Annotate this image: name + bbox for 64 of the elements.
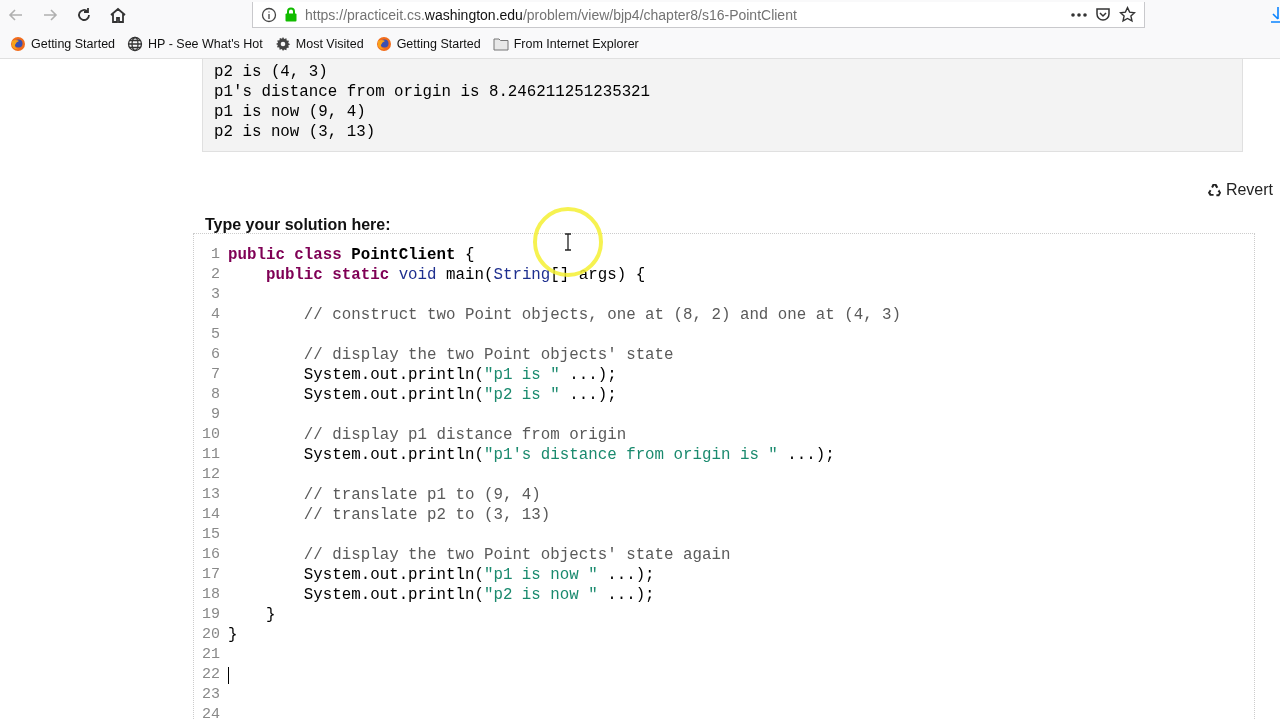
code-line: }: [264, 605, 276, 625]
line-number: 6: [210, 345, 221, 365]
pocket-icon[interactable]: [1095, 6, 1111, 23]
firefox-icon: [375, 36, 392, 52]
solution-label: Type your solution here:: [205, 215, 392, 235]
output-line: p1 is now (9, 4): [214, 102, 367, 122]
line-number: 14: [201, 505, 221, 525]
output-line: p1's distance from origin is 8.246211251235321: [214, 82, 652, 102]
code-line: public class PointClient {: [228, 245, 475, 265]
line-number: 17: [201, 565, 221, 585]
line-number: 7: [210, 365, 221, 385]
firefox-icon: [10, 36, 26, 52]
star-icon[interactable]: [1119, 6, 1136, 23]
line-number: 4: [210, 305, 221, 325]
bookmark-item[interactable]: Getting Started: [375, 36, 481, 52]
output-line: p2 is now (3, 13): [214, 122, 377, 142]
line-number: 19: [201, 605, 221, 625]
code-line: // construct two Point objects, one at (8, 2) and one at (4, 3): [302, 305, 902, 325]
lock-icon: [285, 7, 297, 22]
code-line: System.out.println("p1 is " ...);: [302, 365, 617, 385]
info-icon[interactable]: [261, 6, 277, 23]
output-line: p2 is (4, 3): [214, 62, 329, 82]
code-line: // display the two Point objects' state: [302, 345, 674, 365]
code-line: System.out.println("p1 is now " ...);: [302, 565, 655, 585]
line-number: 5: [210, 325, 221, 345]
home-icon[interactable]: [108, 5, 128, 25]
line-number: 8: [210, 385, 221, 405]
code-line: // display p1 distance from origin: [302, 425, 627, 445]
line-number: 13: [201, 485, 221, 505]
line-number: 23: [201, 685, 221, 705]
bookmark-item[interactable]: Most Visited: [274, 36, 364, 52]
bookmark-item[interactable]: HP - See What's Hot: [127, 36, 263, 52]
line-number: 9: [210, 405, 221, 425]
line-number: 2: [210, 265, 221, 285]
line-number: 21: [201, 645, 221, 665]
line-number: 20: [201, 625, 221, 645]
line-number: 18: [201, 585, 221, 605]
folder-icon: [492, 37, 509, 51]
bookmark-item[interactable]: From Internet Explorer: [492, 37, 639, 51]
line-number: 11: [201, 445, 221, 465]
line-number: 3: [210, 285, 221, 305]
line-number: 22: [201, 665, 221, 685]
line-number: 10: [201, 425, 221, 445]
code-line: System.out.println("p1's distance from origin is " ...);: [302, 445, 835, 465]
code-line: System.out.println("p2 is " ...);: [302, 385, 617, 405]
more-icon[interactable]: [1071, 12, 1087, 17]
line-number: 1: [210, 245, 221, 265]
code-line: // display the two Point objects' state again: [302, 545, 731, 565]
gear-icon: [274, 36, 291, 52]
code-line: // translate p1 to (9, 4): [302, 485, 541, 505]
address-bar[interactable]: https://practiceit.cs.washington.edu/problem/view/bjp4/chapter8/s16-PointClient: [252, 2, 1145, 28]
line-number: 12: [201, 465, 221, 485]
bookmark-item[interactable]: Getting Started: [10, 36, 116, 52]
line-number: 16: [201, 545, 221, 565]
code-line: System.out.println("p2 is now " ...);: [302, 585, 655, 605]
globe-icon: [127, 36, 144, 52]
code-line: // translate p2 to (3, 13): [302, 505, 551, 525]
line-number: 24: [201, 705, 221, 720]
code-line: }: [228, 625, 238, 645]
download-icon[interactable]: [1270, 6, 1280, 24]
recycle-icon: [1206, 182, 1222, 198]
url-text: https://practiceit.cs.washington.edu/problem/view/bjp4/chapter8/s16-PointClient: [305, 6, 798, 23]
code-editor[interactable]: [193, 233, 1255, 720]
line-number: 15: [201, 525, 221, 545]
